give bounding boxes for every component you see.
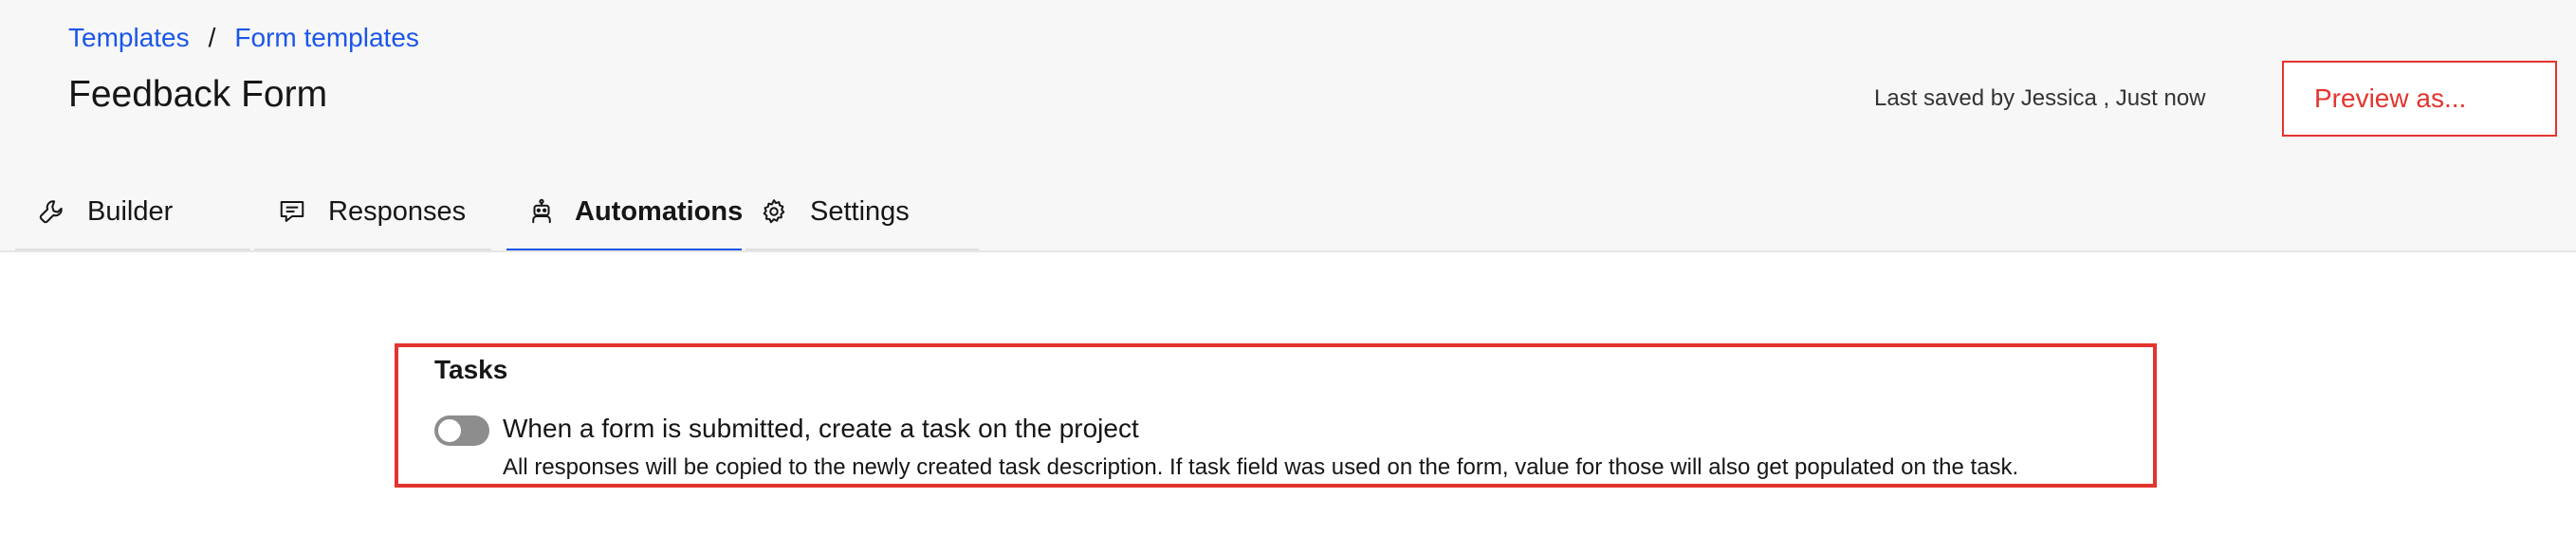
last-saved-status: Last saved by Jessica , Just now [1874,85,2206,111]
toggle-knob [438,419,461,442]
breadcrumb-separator: / [208,23,216,52]
tab-settings[interactable]: Settings [745,175,979,252]
tab-automations-label: Automations [575,195,744,227]
tab-builder-label: Builder [87,195,174,227]
breadcrumb: Templates / Form templates [68,21,419,55]
tab-builder[interactable]: Builder [15,175,250,252]
page-header: Templates / Form templates Feedback Form… [0,0,2576,252]
robot-icon [527,194,556,229]
tab-bar: Builder Responses Automations Settings [15,175,979,252]
create-task-toggle[interactable] [434,415,489,446]
tab-automations[interactable]: Automations [506,175,744,252]
tasks-section: Tasks When a form is submitted, create a… [395,343,2157,488]
create-task-description: All responses will be copied to the newl… [503,454,2019,480]
header-divider [0,250,2576,252]
create-task-toggle-label: When a form is submitted, create a task … [503,414,1139,443]
tab-settings-label: Settings [810,195,910,227]
tab-responses-label: Responses [328,195,467,227]
chat-icon [275,194,309,229]
preview-as-button[interactable]: Preview as... [2282,61,2557,137]
tab-responses[interactable]: Responses [254,175,491,252]
page-title: Feedback Form [68,74,328,115]
breadcrumb-templates-link[interactable]: Templates [68,21,190,55]
breadcrumb-form-templates-link[interactable]: Form templates [234,21,419,55]
gear-icon [757,194,791,229]
tasks-heading: Tasks [434,355,508,384]
wrench-icon [34,194,68,229]
